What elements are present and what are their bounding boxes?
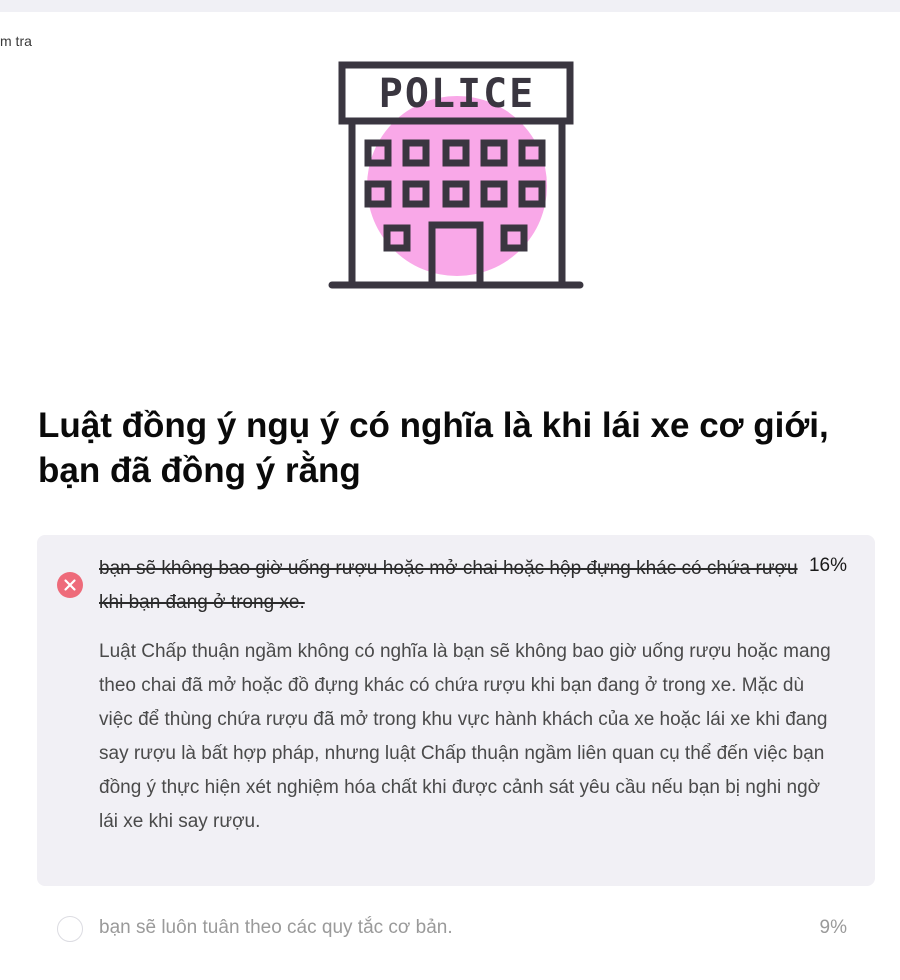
answer-text: bạn sẽ không bao giờ uống rượu hoặc mở c… bbox=[99, 558, 798, 613]
question-title: Luật đồng ý ngụ ý có nghĩa là khi lái xe… bbox=[38, 406, 829, 490]
answer-explanation: Luật Chấp thuận ngầm không có nghĩa là b… bbox=[99, 641, 831, 832]
top-bar bbox=[0, 0, 900, 12]
police-station-icon: POLICE bbox=[326, 55, 588, 295]
selected-answer-card[interactable]: bạn sẽ không bao giờ uống rượu hoặc mở c… bbox=[37, 535, 875, 886]
police-sign-text: POLICE bbox=[379, 71, 536, 117]
option-percent: 9% bbox=[819, 917, 847, 938]
answer-option[interactable]: bạn sẽ luôn tuân theo các quy tắc cơ bản… bbox=[37, 905, 875, 951]
option-text: bạn sẽ luôn tuân theo các quy tắc cơ bản… bbox=[99, 917, 453, 938]
wrong-answer-icon bbox=[57, 572, 83, 598]
breadcrumb[interactable]: m tra bbox=[0, 33, 32, 49]
radio-button[interactable] bbox=[57, 916, 83, 942]
answer-percent: 16% bbox=[808, 555, 847, 576]
